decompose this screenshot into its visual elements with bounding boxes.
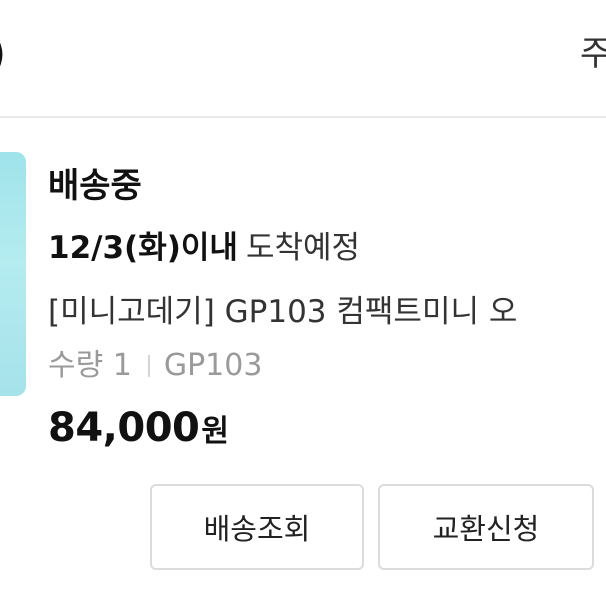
exchange-request-label: 교환신청 [432, 512, 540, 546]
order-meta: 수량 1 GP103 [48, 344, 262, 388]
delivery-date: 12/3(화)이내 [48, 230, 238, 266]
delivery-estimate: 12/3(화)이내 도착예정 [48, 226, 360, 270]
product-name[interactable]: [미니고데기] GP103 컴팩트미니 오 [48, 290, 606, 334]
track-delivery-label: 배송조회 [203, 512, 311, 546]
price-amount: 84,000 [48, 405, 200, 451]
delivery-status: 배송중 [48, 166, 142, 206]
exchange-request-button[interactable]: 교환신청 [378, 484, 594, 570]
track-delivery-button[interactable]: 배송조회 [150, 484, 364, 570]
price-unit: 원 [201, 414, 229, 449]
header-divider [0, 116, 606, 118]
quantity-label: 수량 1 [48, 348, 132, 383]
meta-separator [147, 355, 150, 377]
header-right-fragment[interactable]: 주 [580, 30, 606, 78]
header-left-fragment: )) [0, 28, 6, 80]
top-header: )) 주 [0, 0, 606, 116]
option-label: GP103 [163, 348, 263, 383]
product-thumbnail[interactable] [0, 152, 26, 396]
order-page: )) 주 배송중 12/3(화)이내도착예정 [미니고데기] GP103 컴팩트… [0, 0, 606, 606]
delivery-suffix: 도착예정 [245, 230, 361, 266]
price: 84,000원 [48, 400, 229, 464]
